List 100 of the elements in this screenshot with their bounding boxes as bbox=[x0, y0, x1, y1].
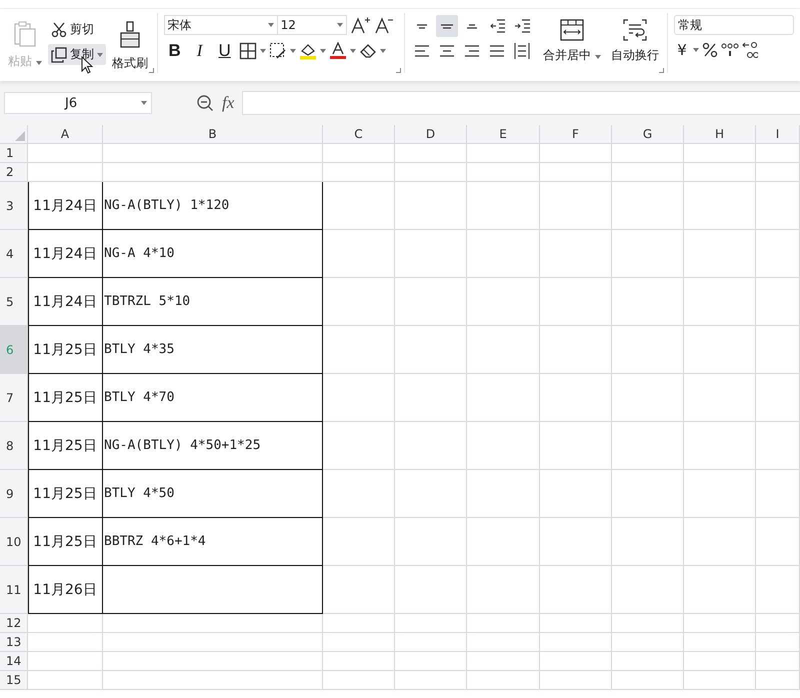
column-header[interactable]: C bbox=[323, 125, 395, 144]
table-cell bbox=[395, 163, 467, 182]
column-header[interactable]: F bbox=[540, 125, 612, 144]
copy-button[interactable]: 复制 bbox=[48, 44, 106, 65]
caret-icon[interactable] bbox=[693, 48, 699, 52]
row-header[interactable]: 3 bbox=[0, 182, 28, 230]
align-justify-icon bbox=[489, 45, 506, 57]
formula-input[interactable] bbox=[242, 91, 800, 115]
table-cell bbox=[756, 633, 800, 652]
format-painter-button[interactable]: 格式刷 bbox=[110, 19, 150, 74]
column-header[interactable]: E bbox=[467, 125, 540, 144]
thousands-separator-icon[interactable] bbox=[721, 42, 739, 58]
fill-color-icon[interactable] bbox=[298, 42, 317, 60]
caret-icon[interactable] bbox=[96, 52, 103, 56]
table-cell bbox=[684, 374, 756, 422]
number-format-select[interactable]: 常规 bbox=[674, 15, 794, 35]
font-size-select[interactable]: 12 bbox=[276, 15, 347, 35]
caret-icon[interactable] bbox=[260, 49, 266, 53]
table-cell bbox=[756, 470, 800, 518]
table-cell bbox=[395, 374, 467, 422]
italic-button[interactable]: I bbox=[188, 41, 211, 61]
eraser-icon[interactable] bbox=[358, 42, 377, 60]
currency-button[interactable]: ¥ bbox=[674, 41, 690, 59]
row-header[interactable]: 1 bbox=[0, 144, 28, 163]
table-cell bbox=[756, 518, 800, 566]
table-cell: BBTRZ 4*6+1*4 bbox=[103, 518, 323, 566]
caret-icon[interactable] bbox=[141, 101, 147, 105]
zoom-out-icon[interactable] bbox=[196, 94, 214, 112]
decimal-places-icon[interactable] bbox=[742, 41, 758, 59]
row-header[interactable]: 8 bbox=[0, 422, 28, 470]
bold-button[interactable]: B bbox=[164, 41, 186, 61]
table-cell bbox=[684, 278, 756, 326]
table-cell bbox=[684, 566, 756, 614]
brush-icon bbox=[118, 21, 141, 49]
caret-icon[interactable] bbox=[290, 49, 296, 53]
table-cell: 11月25日 bbox=[28, 374, 103, 422]
table-cell bbox=[612, 614, 684, 633]
clipboard-icon bbox=[14, 21, 36, 47]
table-cell bbox=[323, 671, 395, 690]
row-header[interactable]: 4 bbox=[0, 230, 28, 278]
table-cell: 11月25日 bbox=[28, 326, 103, 374]
column-header[interactable]: A bbox=[28, 125, 103, 144]
caret-icon[interactable] bbox=[350, 49, 356, 53]
table-cell bbox=[395, 614, 467, 633]
caret-icon[interactable] bbox=[268, 23, 274, 27]
table-cell bbox=[323, 470, 395, 518]
caret-icon[interactable] bbox=[320, 49, 326, 53]
merge-center-button[interactable]: 合并居中 bbox=[541, 15, 603, 66]
table-cell bbox=[395, 144, 467, 163]
column-header[interactable]: H bbox=[684, 125, 756, 144]
table-cell: NG-A 4*10 bbox=[103, 230, 323, 278]
column-header[interactable]: I bbox=[756, 125, 800, 144]
font-color-icon[interactable] bbox=[328, 42, 347, 60]
row-header[interactable]: 10 bbox=[0, 518, 28, 566]
align-top-icon bbox=[416, 24, 428, 28]
table-cell bbox=[323, 652, 395, 671]
table-cell bbox=[612, 566, 684, 614]
percent-icon[interactable] bbox=[702, 42, 718, 58]
table-cell bbox=[612, 278, 684, 326]
table-cell bbox=[756, 326, 800, 374]
row-header[interactable]: 15 bbox=[0, 671, 28, 690]
column-header[interactable]: G bbox=[612, 125, 684, 144]
column-header[interactable]: D bbox=[395, 125, 467, 144]
table-cell bbox=[756, 374, 800, 422]
font-family-select[interactable]: 宋体 bbox=[164, 15, 278, 35]
table-cell: 11月24日 bbox=[28, 230, 103, 278]
table-cell bbox=[323, 518, 395, 566]
wrap-text-icon bbox=[623, 19, 647, 41]
table-cell bbox=[323, 566, 395, 614]
row-header[interactable]: 11 bbox=[0, 566, 28, 614]
table-cell bbox=[540, 422, 612, 470]
increase-font-size-icon[interactable] bbox=[350, 16, 371, 34]
function-label[interactable]: fx bbox=[222, 93, 234, 113]
table-cell bbox=[323, 230, 395, 278]
table-cell bbox=[323, 614, 395, 633]
column-header[interactable]: B bbox=[103, 125, 323, 144]
table-cell bbox=[612, 470, 684, 518]
cut-button[interactable]: 剪切 bbox=[48, 19, 106, 40]
table-cell bbox=[756, 566, 800, 614]
caret-icon[interactable] bbox=[380, 49, 386, 53]
row-header[interactable]: 12 bbox=[0, 614, 28, 633]
row-header[interactable]: 2 bbox=[0, 163, 28, 182]
decrease-font-size-icon[interactable] bbox=[374, 16, 393, 34]
wrap-text-button[interactable]: 自动换行 bbox=[609, 15, 661, 66]
name-box[interactable]: J6 bbox=[4, 92, 152, 114]
align-middle-button[interactable] bbox=[436, 15, 458, 37]
table-cell bbox=[612, 422, 684, 470]
row-header[interactable]: 5 bbox=[0, 278, 28, 326]
align-center-icon bbox=[439, 45, 456, 57]
row-header[interactable]: 13 bbox=[0, 633, 28, 652]
scissors-icon bbox=[50, 22, 67, 38]
borders-icon[interactable] bbox=[238, 42, 257, 60]
conditional-format-icon[interactable] bbox=[268, 42, 287, 60]
underline-button[interactable]: U bbox=[214, 41, 236, 61]
caret-icon[interactable] bbox=[595, 55, 601, 59]
caret-icon[interactable] bbox=[336, 23, 343, 27]
row-header[interactable]: 7 bbox=[0, 374, 28, 422]
table-cell: 11月26日 bbox=[28, 566, 103, 614]
row-header[interactable]: 9 bbox=[0, 470, 28, 518]
row-header[interactable]: 14 bbox=[0, 652, 28, 671]
